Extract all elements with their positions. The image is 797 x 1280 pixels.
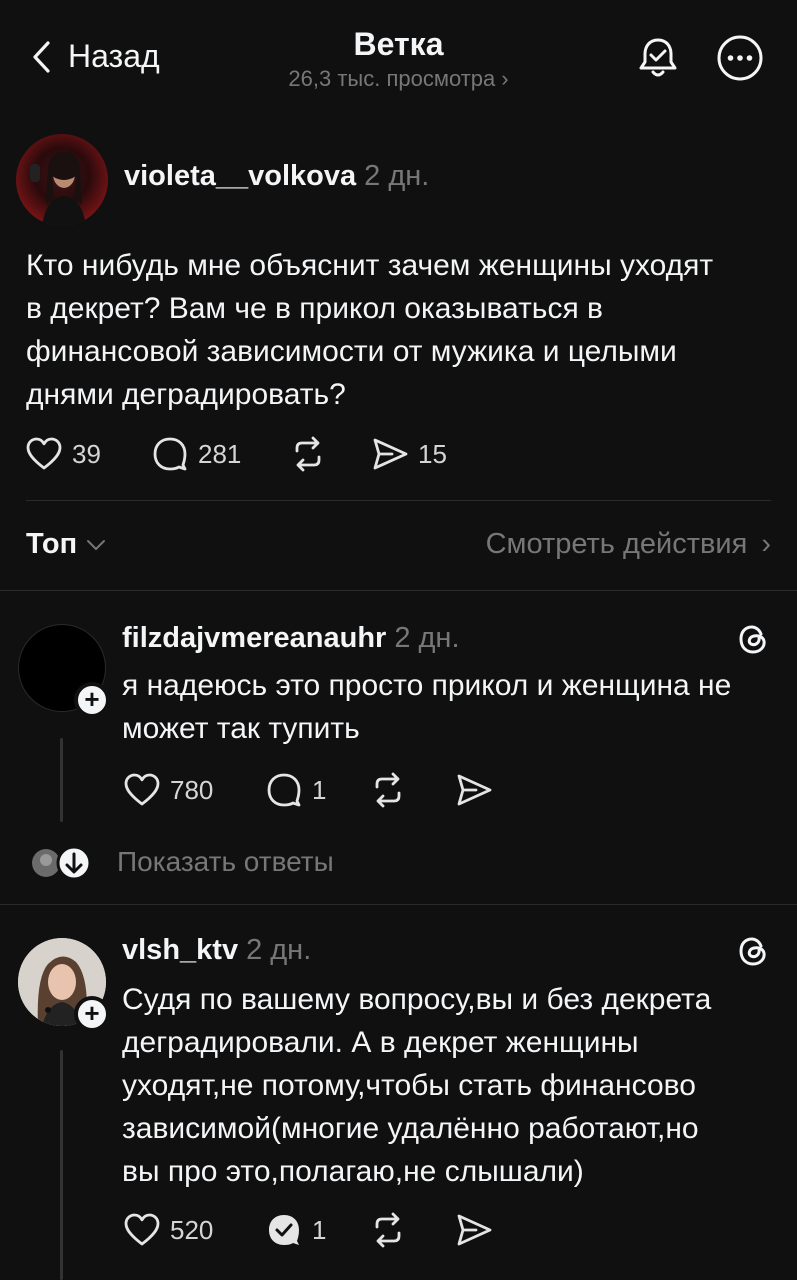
reply-actions: 520 1	[122, 1210, 494, 1250]
like-button[interactable]: 39	[24, 434, 150, 474]
repost-icon	[375, 772, 401, 808]
view-activity-link[interactable]: Смотреть действия ›	[486, 528, 771, 561]
divider	[0, 904, 797, 905]
avatar[interactable]	[16, 134, 108, 226]
more-icon	[717, 35, 763, 81]
comment-filled-avatar-icon	[269, 1215, 299, 1245]
more-options-button[interactable]	[716, 34, 764, 82]
sort-dropdown[interactable]: Топ	[26, 528, 107, 561]
send-icon	[373, 438, 408, 470]
threads-logo-icon[interactable]	[734, 932, 772, 970]
replies-avatars	[32, 845, 92, 881]
comment-icon	[153, 437, 187, 471]
repost-button[interactable]	[288, 434, 370, 474]
reply-actions: 780 1	[122, 770, 494, 810]
share-button[interactable]	[454, 1210, 494, 1250]
repost-button[interactable]	[368, 1210, 454, 1250]
repost-icon	[375, 1212, 401, 1248]
send-icon	[457, 774, 492, 806]
comment-icon	[267, 773, 301, 807]
divider	[0, 590, 797, 591]
comment-button[interactable]: 1	[264, 1210, 368, 1250]
share-button[interactable]	[454, 770, 494, 810]
thread-line	[60, 738, 63, 822]
post-actions: 39 281 15	[24, 434, 447, 474]
reply-text: я надеюсь это просто прикол и женщина не…	[122, 669, 732, 745]
like-button[interactable]: 520	[122, 1210, 264, 1250]
show-replies-button[interactable]: Показать ответы	[117, 846, 334, 878]
heart-icon	[26, 437, 62, 470]
post-text: Кто нибудь мне объяснит зачем женщины ух…	[26, 249, 714, 411]
chevron-right-icon: ›	[501, 66, 509, 91]
comment-button[interactable]: 1	[264, 770, 368, 810]
repost-icon	[295, 436, 321, 472]
reply-author[interactable]: filzdajvmereanauhr 2 дн.	[122, 622, 460, 655]
follow-plus-button[interactable]: +	[74, 682, 110, 718]
reply-text: Судя по вашему вопросу,вы и без декрета …	[122, 983, 712, 1188]
repost-button[interactable]	[368, 770, 454, 810]
share-button[interactable]: 15	[370, 434, 447, 474]
divider	[26, 500, 771, 501]
chevron-right-icon: ›	[761, 528, 771, 560]
heart-icon	[124, 773, 160, 806]
notify-bell-button[interactable]	[634, 34, 682, 82]
send-icon	[457, 1214, 492, 1246]
threads-logo-icon[interactable]	[734, 620, 772, 658]
reply-author[interactable]: vlsh_ktv 2 дн.	[122, 934, 311, 967]
comment-button[interactable]: 281	[150, 434, 288, 474]
like-button[interactable]: 780	[122, 770, 264, 810]
reply-time: 2 дн.	[246, 934, 312, 966]
bell-check-icon	[639, 38, 677, 77]
post-time: 2 дн.	[364, 160, 430, 192]
post-author[interactable]: violeta__volkova 2 дн.	[124, 160, 429, 193]
chevron-down-icon	[87, 539, 106, 550]
avatar-image	[30, 152, 86, 226]
follow-plus-button[interactable]: +	[74, 996, 110, 1032]
reply-time: 2 дн.	[394, 622, 460, 654]
thread-line	[60, 1050, 63, 1280]
heart-icon	[124, 1213, 160, 1246]
